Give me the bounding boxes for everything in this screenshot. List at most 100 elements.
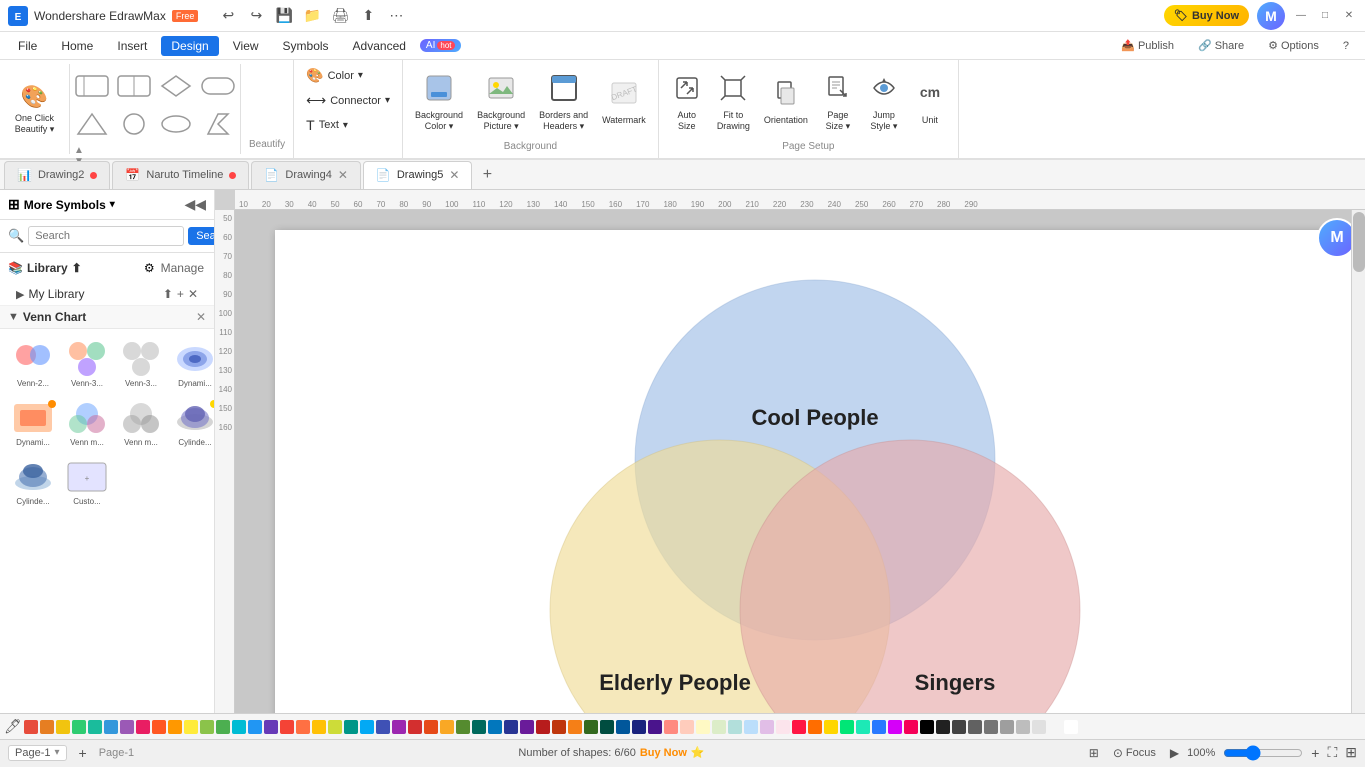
search-input[interactable] xyxy=(28,226,184,246)
color-swatch[interactable] xyxy=(1064,720,1078,734)
color-swatch[interactable] xyxy=(472,720,486,734)
save-button[interactable]: 💾 xyxy=(272,4,296,28)
export-button[interactable]: ⬆ xyxy=(356,4,380,28)
tab-drawing5[interactable]: 📄 Drawing5 ✕ xyxy=(363,161,472,189)
tab-drawing4[interactable]: 📄 Drawing4 ✕ xyxy=(251,161,360,189)
my-library-export[interactable]: ⬆ xyxy=(163,287,173,301)
menu-design[interactable]: Design xyxy=(161,36,218,56)
venn-item-9[interactable]: Cylinde... xyxy=(8,455,58,510)
my-library-close[interactable]: ✕ xyxy=(188,287,198,301)
color-swatch[interactable] xyxy=(728,720,742,734)
tab-drawing2[interactable]: 📊 Drawing2 xyxy=(4,161,110,189)
venn-item-8[interactable]: Cylinde... xyxy=(170,396,214,451)
tab-drawing5-close[interactable]: ✕ xyxy=(449,168,459,182)
color-swatch[interactable] xyxy=(1032,720,1046,734)
color-swatch[interactable] xyxy=(344,720,358,734)
venn-item-5[interactable]: Dynami... xyxy=(8,396,58,451)
venn-expand[interactable]: ▼ xyxy=(8,311,19,323)
color-swatch[interactable] xyxy=(536,720,550,734)
venn-item-4[interactable]: Dynami... xyxy=(170,337,214,392)
buy-now-button[interactable]: 🏷 Buy Now xyxy=(1164,5,1249,26)
preview-button[interactable]: ▶ xyxy=(1170,746,1179,760)
user-avatar[interactable]: M xyxy=(1257,2,1285,30)
color-swatch[interactable] xyxy=(552,720,566,734)
color-swatch[interactable] xyxy=(584,720,598,734)
color-swatch[interactable] xyxy=(920,720,934,734)
color-swatch[interactable] xyxy=(968,720,982,734)
unit-button[interactable]: cm Unit xyxy=(908,75,952,130)
print-button[interactable]: 🖨 xyxy=(328,4,352,28)
venn-item-6[interactable]: Venn m... xyxy=(62,396,112,451)
color-swatch[interactable] xyxy=(744,720,758,734)
color-swatch[interactable] xyxy=(24,720,38,734)
shape-btn-6[interactable] xyxy=(114,106,154,142)
color-swatch[interactable] xyxy=(40,720,54,734)
color-dropdown-button[interactable]: 🎨 Color ▾ xyxy=(300,64,396,87)
color-swatch[interactable] xyxy=(312,720,326,734)
borders-headers-button[interactable]: Borders andHeaders ▾ xyxy=(533,70,594,136)
color-swatch[interactable] xyxy=(792,720,806,734)
one-click-beautify-button[interactable]: 🎨 One ClickBeautify ▾ xyxy=(0,64,70,154)
open-button[interactable]: 📁 xyxy=(300,4,324,28)
watermark-button[interactable]: DRAFT Watermark xyxy=(596,75,652,130)
menu-symbols[interactable]: Symbols xyxy=(273,36,339,56)
page-size-button[interactable]: PageSize ▾ xyxy=(816,70,860,136)
venn-item-2[interactable]: Venn-3... xyxy=(62,337,112,392)
options-button[interactable]: ⚙Options xyxy=(1260,36,1327,55)
color-swatch[interactable] xyxy=(824,720,838,734)
color-swatch[interactable] xyxy=(392,720,406,734)
more-symbols-button[interactable]: ⊞ More Symbols ▾ xyxy=(8,196,115,213)
shape-btn-1[interactable] xyxy=(72,68,112,104)
menu-view[interactable]: View xyxy=(223,36,269,56)
layers-icon[interactable]: ⊞ xyxy=(1089,746,1099,760)
redo-button[interactable]: ↪ xyxy=(244,4,268,28)
color-swatch[interactable] xyxy=(904,720,918,734)
color-swatch[interactable] xyxy=(184,720,198,734)
color-swatch[interactable] xyxy=(72,720,86,734)
color-swatch[interactable] xyxy=(984,720,998,734)
orientation-button[interactable]: Orientation xyxy=(758,75,814,130)
venn-item-1[interactable]: Venn-2... xyxy=(8,337,58,392)
color-swatch[interactable] xyxy=(712,720,726,734)
share-button[interactable]: 🔗Share xyxy=(1190,36,1252,55)
background-picture-button[interactable]: BackgroundPicture ▾ xyxy=(471,70,531,136)
shape-btn-5[interactable] xyxy=(72,106,112,142)
color-swatch[interactable] xyxy=(440,720,454,734)
color-swatch[interactable] xyxy=(632,720,646,734)
color-swatch[interactable] xyxy=(120,720,134,734)
color-swatch[interactable] xyxy=(888,720,902,734)
help-button[interactable]: ? xyxy=(1335,37,1357,55)
my-library-expand[interactable]: ▶ xyxy=(16,288,24,301)
venn-chart-close[interactable]: ✕ xyxy=(196,310,206,324)
publish-button[interactable]: 📤Publish xyxy=(1113,36,1182,55)
color-swatch[interactable] xyxy=(328,720,342,734)
shape-btn-2[interactable] xyxy=(114,68,154,104)
color-swatch[interactable] xyxy=(856,720,870,734)
minimize-button[interactable]: — xyxy=(1293,8,1309,24)
color-swatch[interactable] xyxy=(760,720,774,734)
menu-file[interactable]: File xyxy=(8,36,47,56)
color-swatch[interactable] xyxy=(104,720,118,734)
library-expand[interactable]: 📚 Library ⬆ xyxy=(8,261,82,275)
color-swatch[interactable] xyxy=(936,720,950,734)
text-dropdown-button[interactable]: T Text ▾ xyxy=(300,114,396,136)
tab-drawing4-close[interactable]: ✕ xyxy=(338,168,348,182)
color-swatch[interactable] xyxy=(1016,720,1030,734)
color-swatch[interactable] xyxy=(504,720,518,734)
color-swatch[interactable] xyxy=(696,720,710,734)
color-swatch[interactable] xyxy=(488,720,502,734)
close-button[interactable]: ✕ xyxy=(1341,8,1357,24)
more-button[interactable]: ⋯ xyxy=(384,4,408,28)
color-swatch[interactable] xyxy=(248,720,262,734)
shape-btn-4[interactable] xyxy=(198,68,238,104)
canvas-area[interactable]: Cool People Elderly People Singers M xyxy=(235,210,1365,713)
color-swatch[interactable] xyxy=(232,720,246,734)
menu-insert[interactable]: Insert xyxy=(107,36,157,56)
menu-advanced[interactable]: Advanced xyxy=(343,36,416,56)
color-swatch[interactable] xyxy=(56,720,70,734)
color-swatch[interactable] xyxy=(1000,720,1014,734)
color-swatch[interactable] xyxy=(456,720,470,734)
color-swatch[interactable] xyxy=(168,720,182,734)
buy-now-status[interactable]: Buy Now xyxy=(640,747,687,759)
maximize-button[interactable]: □ xyxy=(1317,8,1333,24)
